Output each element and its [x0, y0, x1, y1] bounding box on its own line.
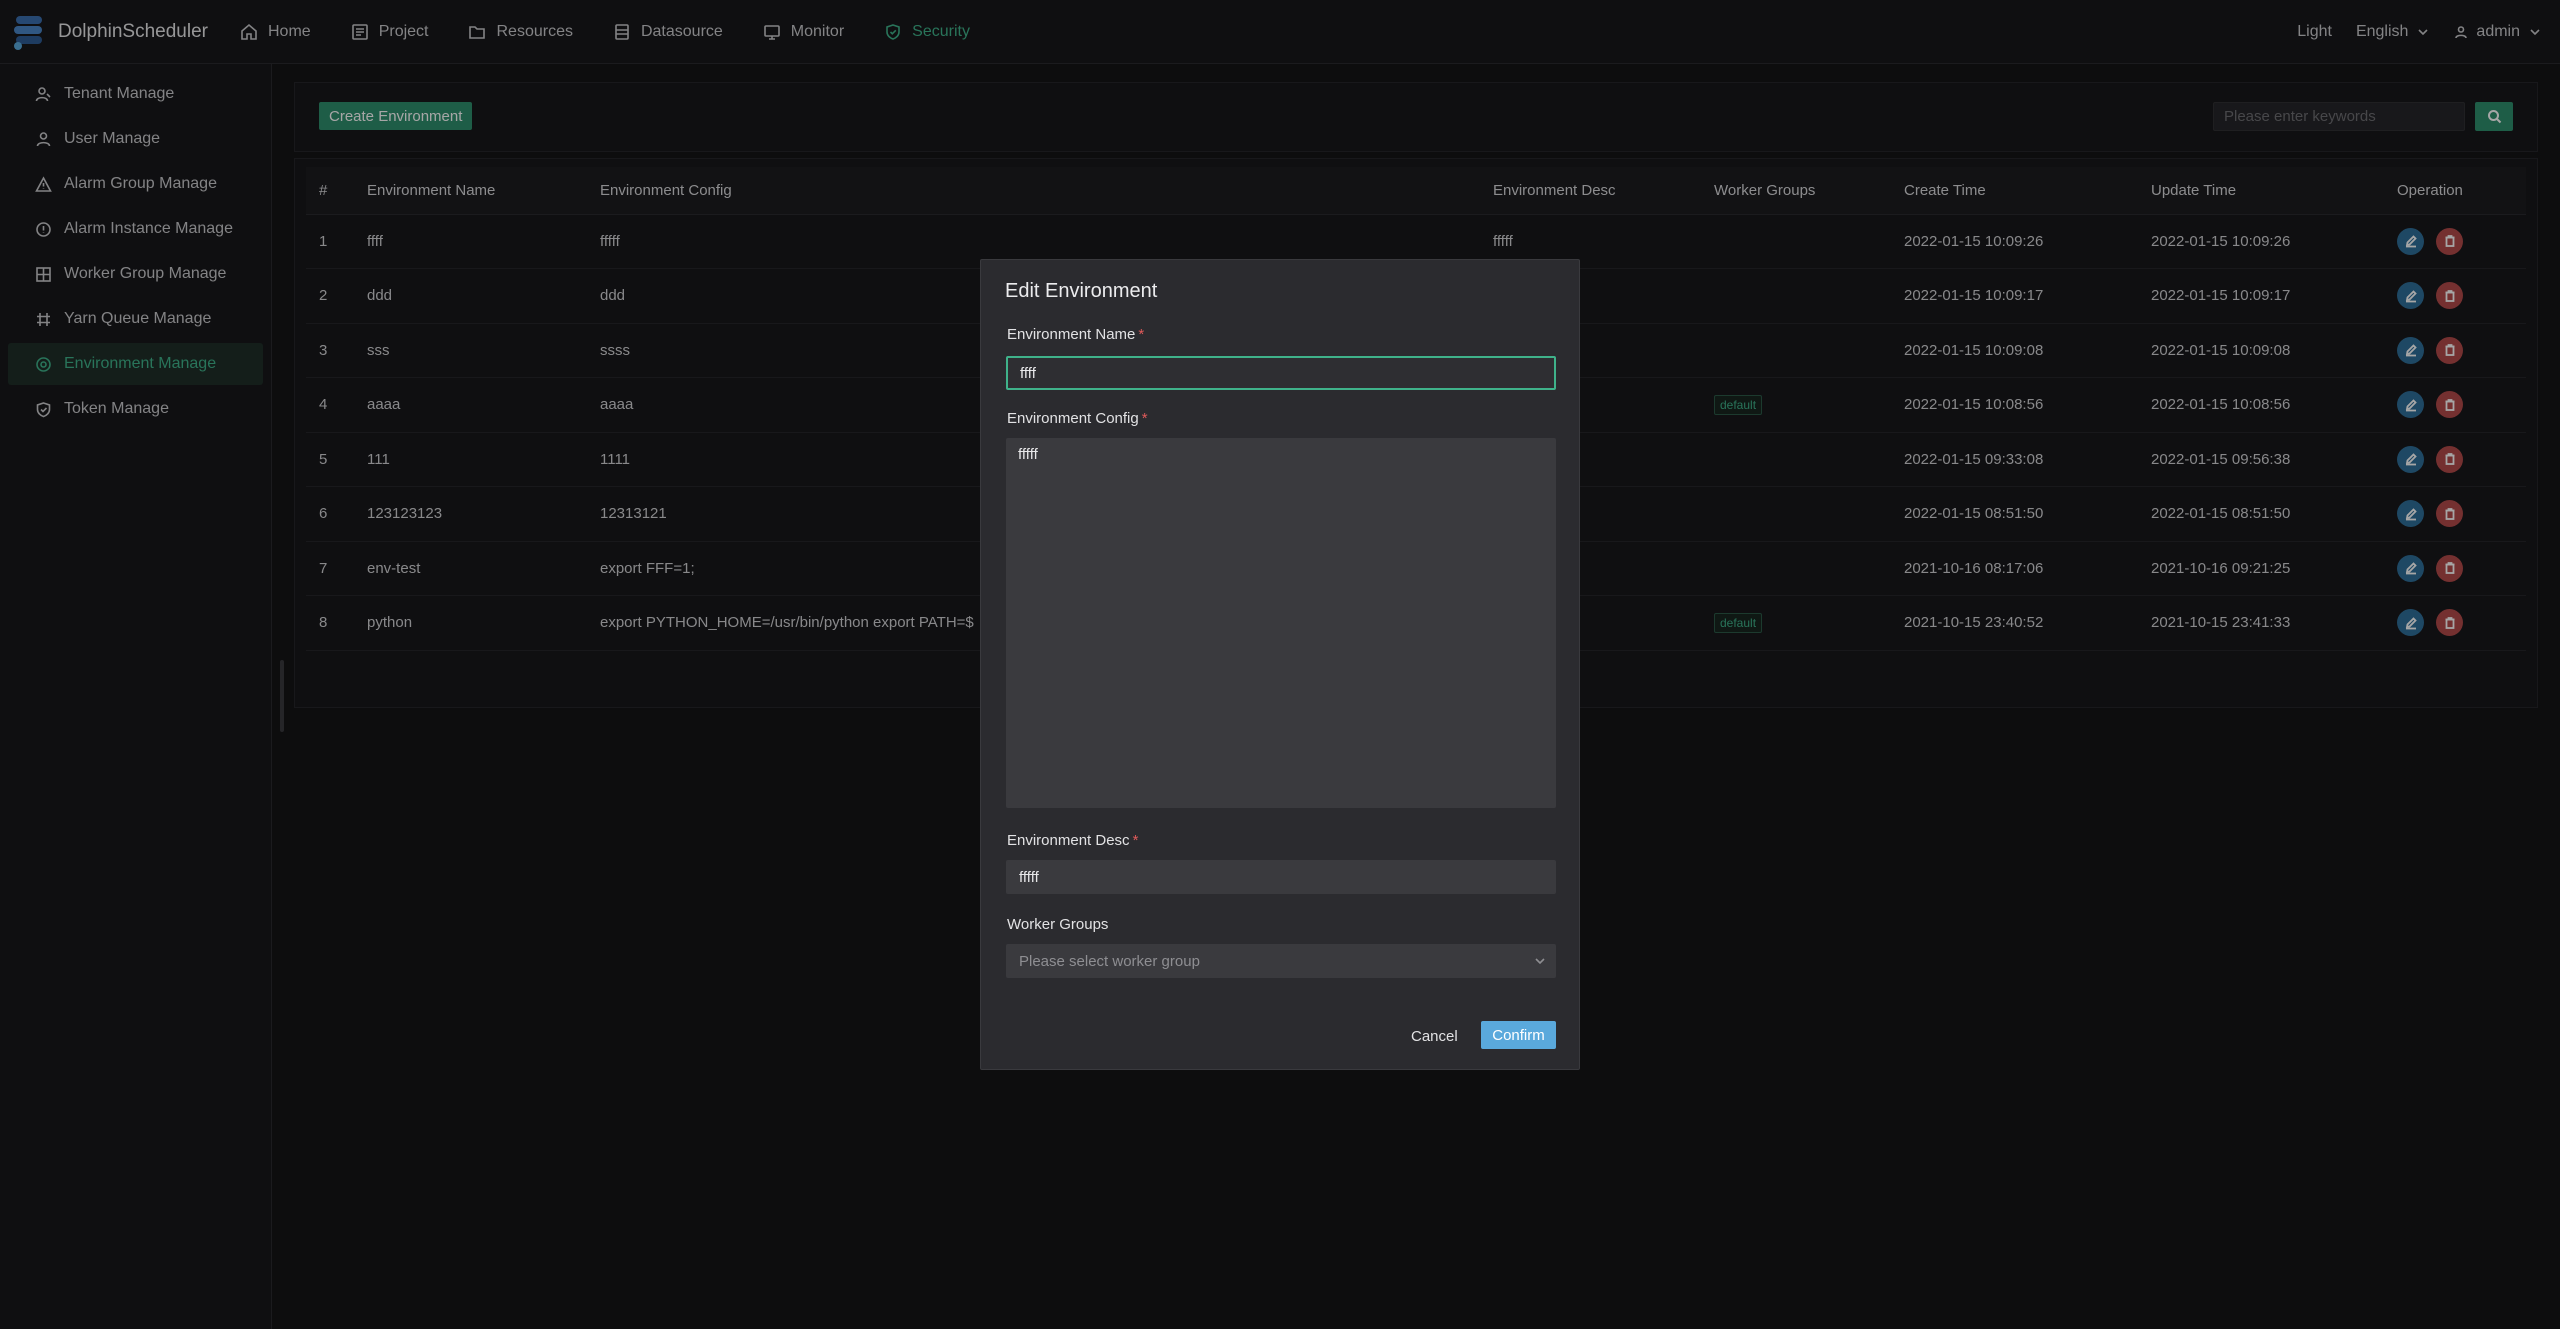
- chevron-down-icon: [1535, 958, 1545, 965]
- environment-name-value: ffff: [1020, 364, 1036, 382]
- worker-groups-select[interactable]: Please select worker group: [1006, 944, 1556, 978]
- worker-groups-label-text: Worker Groups: [1007, 916, 1109, 933]
- worker-groups-placeholder: Please select worker group: [1019, 952, 1200, 970]
- environment-config-label: Environment Config *: [1007, 410, 1148, 427]
- required-mark: *: [1138, 326, 1145, 343]
- confirm-button[interactable]: Confirm: [1481, 1021, 1556, 1049]
- environment-config-value: fffff: [1018, 446, 1038, 463]
- environment-desc-value: fffff: [1019, 868, 1039, 886]
- environment-config-textarea[interactable]: fffff: [1006, 438, 1556, 808]
- environment-desc-label: Environment Desc *: [1007, 832, 1138, 849]
- required-mark: *: [1132, 832, 1139, 849]
- environment-desc-input[interactable]: fffff: [1006, 860, 1556, 894]
- environment-name-label: Environment Name *: [1007, 326, 1144, 343]
- environment-config-label-text: Environment Config: [1007, 410, 1139, 427]
- cancel-button[interactable]: Cancel: [1399, 1022, 1470, 1050]
- edit-environment-dialog: Edit Environment Environment Name * ffff …: [980, 259, 1580, 1070]
- worker-groups-label: Worker Groups: [1007, 916, 1108, 933]
- environment-name-input[interactable]: ffff: [1006, 356, 1556, 390]
- required-mark: *: [1141, 410, 1148, 427]
- environment-name-label-text: Environment Name: [1007, 326, 1136, 343]
- environment-desc-label-text: Environment Desc: [1007, 832, 1130, 849]
- dialog-title: Edit Environment: [1005, 280, 1158, 302]
